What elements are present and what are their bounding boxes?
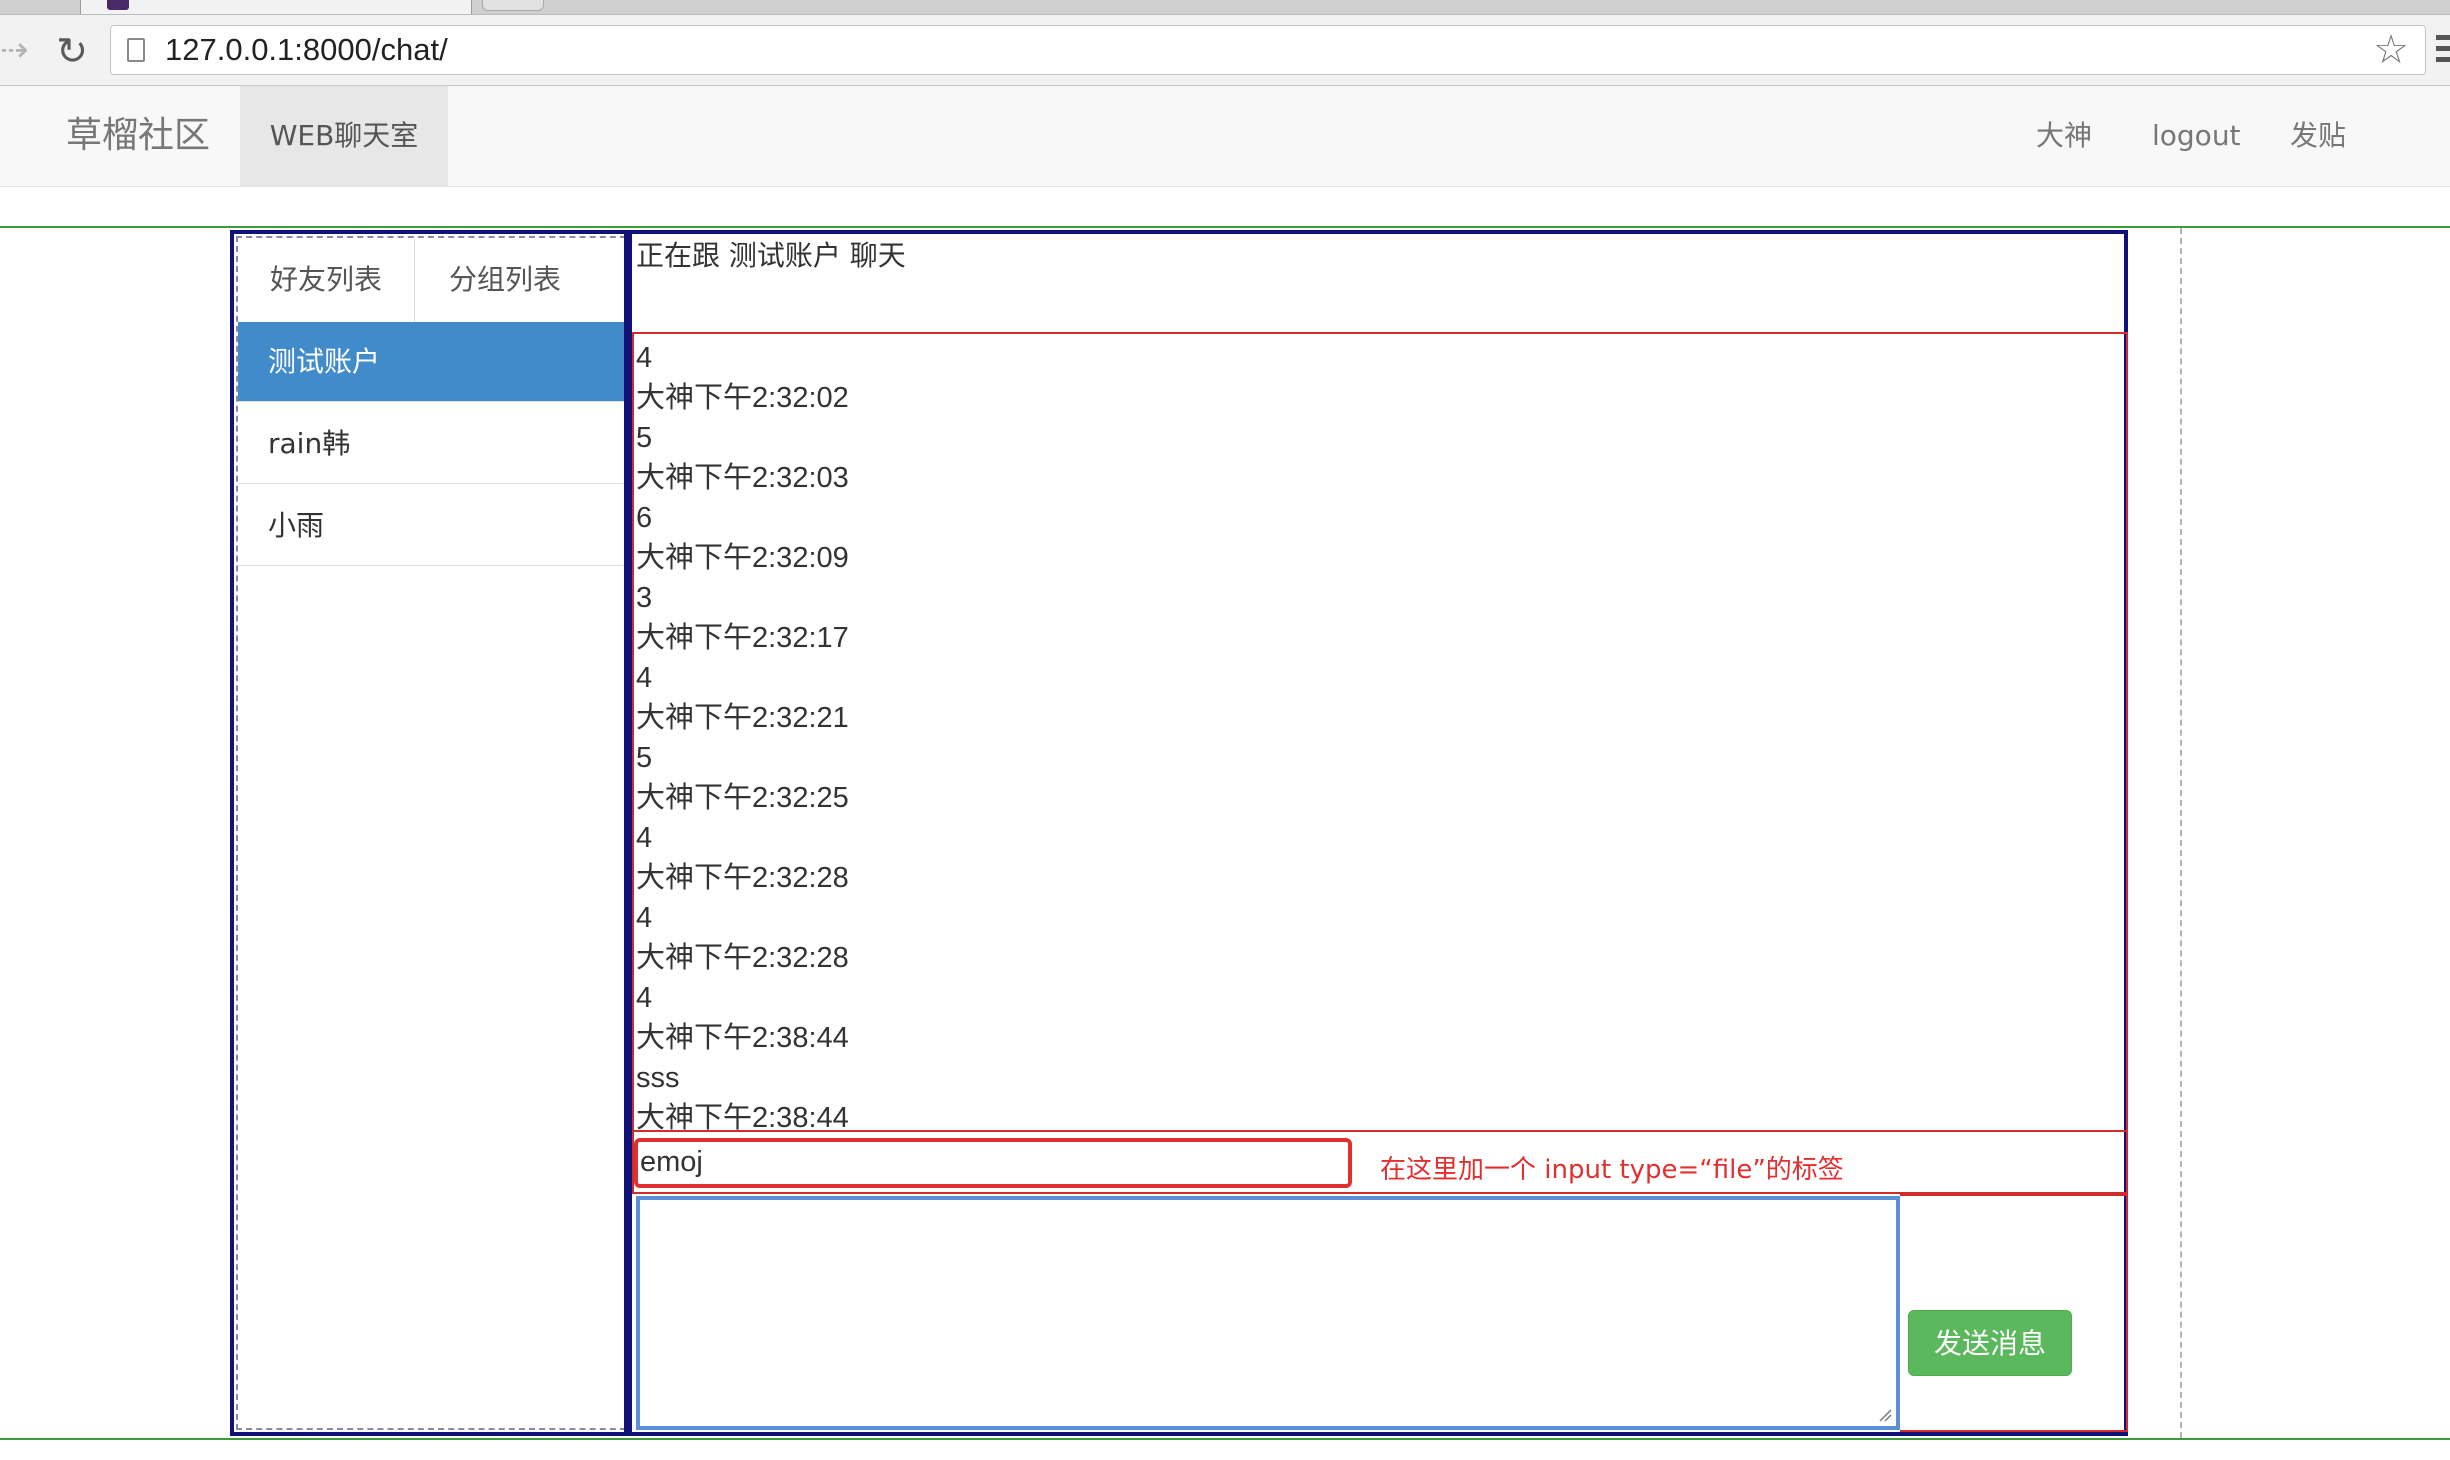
nav-item-chatroom[interactable]: WEB聊天室: [240, 86, 448, 186]
nav-item-post[interactable]: 发贴: [2290, 86, 2346, 186]
tab-group-list[interactable]: 分组列表: [415, 238, 595, 322]
message-text: 5: [636, 742, 653, 774]
message-text: 4: [636, 662, 653, 694]
address-bar[interactable]: 127.0.0.1:8000/chat/ ☆: [110, 25, 2426, 75]
url-text[interactable]: 127.0.0.1:8000/chat/: [165, 26, 448, 74]
site-navbar: 草榴社区 WEB聊天室 大神 logout 发贴: [0, 86, 2450, 187]
message-input[interactable]: [636, 1196, 1900, 1430]
message-text: 3: [636, 582, 653, 614]
message-meta: 大神下午2:38:44: [636, 1102, 849, 1134]
nav-item-user[interactable]: 大神: [2036, 86, 2092, 186]
message-text: 4: [636, 822, 653, 854]
annotation-note: 在这里加一个 input type=“file”的标签: [1380, 1155, 1844, 1185]
resize-grip-icon[interactable]: [1878, 1408, 1892, 1422]
message-text: 4: [636, 982, 653, 1014]
browser-tab-strip: [0, 0, 2450, 15]
new-tab-button[interactable]: [482, 0, 544, 11]
browser-tab-active[interactable]: [80, 0, 472, 14]
friends-panel: 好友列表 分组列表 测试账户 rain韩 小雨: [230, 230, 628, 1436]
message-meta: 大神下午2:32:02: [636, 382, 849, 414]
message-text: 4: [636, 902, 653, 934]
message-meta: 大神下午2:32:03: [636, 462, 849, 494]
friends-tabs: 好友列表 分组列表: [238, 238, 624, 323]
message-list: 4 大神下午2:32:02 5 大神下午2:32:03 6 大神下午2:32:09 3 大神下…: [636, 338, 2116, 1138]
panel-separator: [624, 230, 632, 1436]
chat-header-title: 正在跟 测试账户 聊天: [636, 239, 906, 272]
star-icon[interactable]: ☆: [2373, 30, 2409, 70]
tab-friends-list[interactable]: 好友列表: [238, 238, 415, 322]
message-meta: 大神下午2:32:17: [636, 622, 849, 654]
message-text: sss: [636, 1062, 680, 1094]
container-dashed-edge: [2180, 228, 2182, 1438]
message-meta: 大神下午2:32:21: [636, 702, 849, 734]
friend-item-rain[interactable]: rain韩: [238, 404, 624, 484]
message-meta: 大神下午2:32:09: [636, 542, 849, 574]
friend-item-xiaoyu[interactable]: 小雨: [238, 486, 624, 566]
friend-item-test-account[interactable]: 测试账户: [238, 322, 624, 402]
message-text: 5: [636, 422, 653, 454]
page-icon: [127, 38, 145, 62]
nav-item-logout[interactable]: logout: [2152, 86, 2241, 186]
favicon-icon: [107, 0, 129, 10]
message-meta: 大神下午2:32:25: [636, 782, 849, 814]
site-brand[interactable]: 草榴社区: [66, 86, 210, 186]
layout-guide-top: [0, 226, 2450, 228]
message-meta: 大神下午2:32:28: [636, 862, 849, 894]
message-text: 6: [636, 502, 653, 534]
emoji-field[interactable]: emoj: [634, 1138, 1352, 1188]
menu-icon[interactable]: [2436, 31, 2450, 65]
layout-guide-bottom: [0, 1438, 2450, 1440]
send-message-button[interactable]: 发送消息: [1908, 1310, 2072, 1376]
browser-toolbar: ⇢ ↻ 127.0.0.1:8000/chat/ ☆: [0, 15, 2450, 86]
message-meta: 大神下午2:32:28: [636, 942, 849, 974]
message-meta: 大神下午2:38:44: [636, 1022, 849, 1054]
reload-icon[interactable]: ↻: [52, 31, 92, 71]
forward-icon[interactable]: ⇢: [0, 33, 36, 67]
message-text: 4: [636, 342, 653, 374]
